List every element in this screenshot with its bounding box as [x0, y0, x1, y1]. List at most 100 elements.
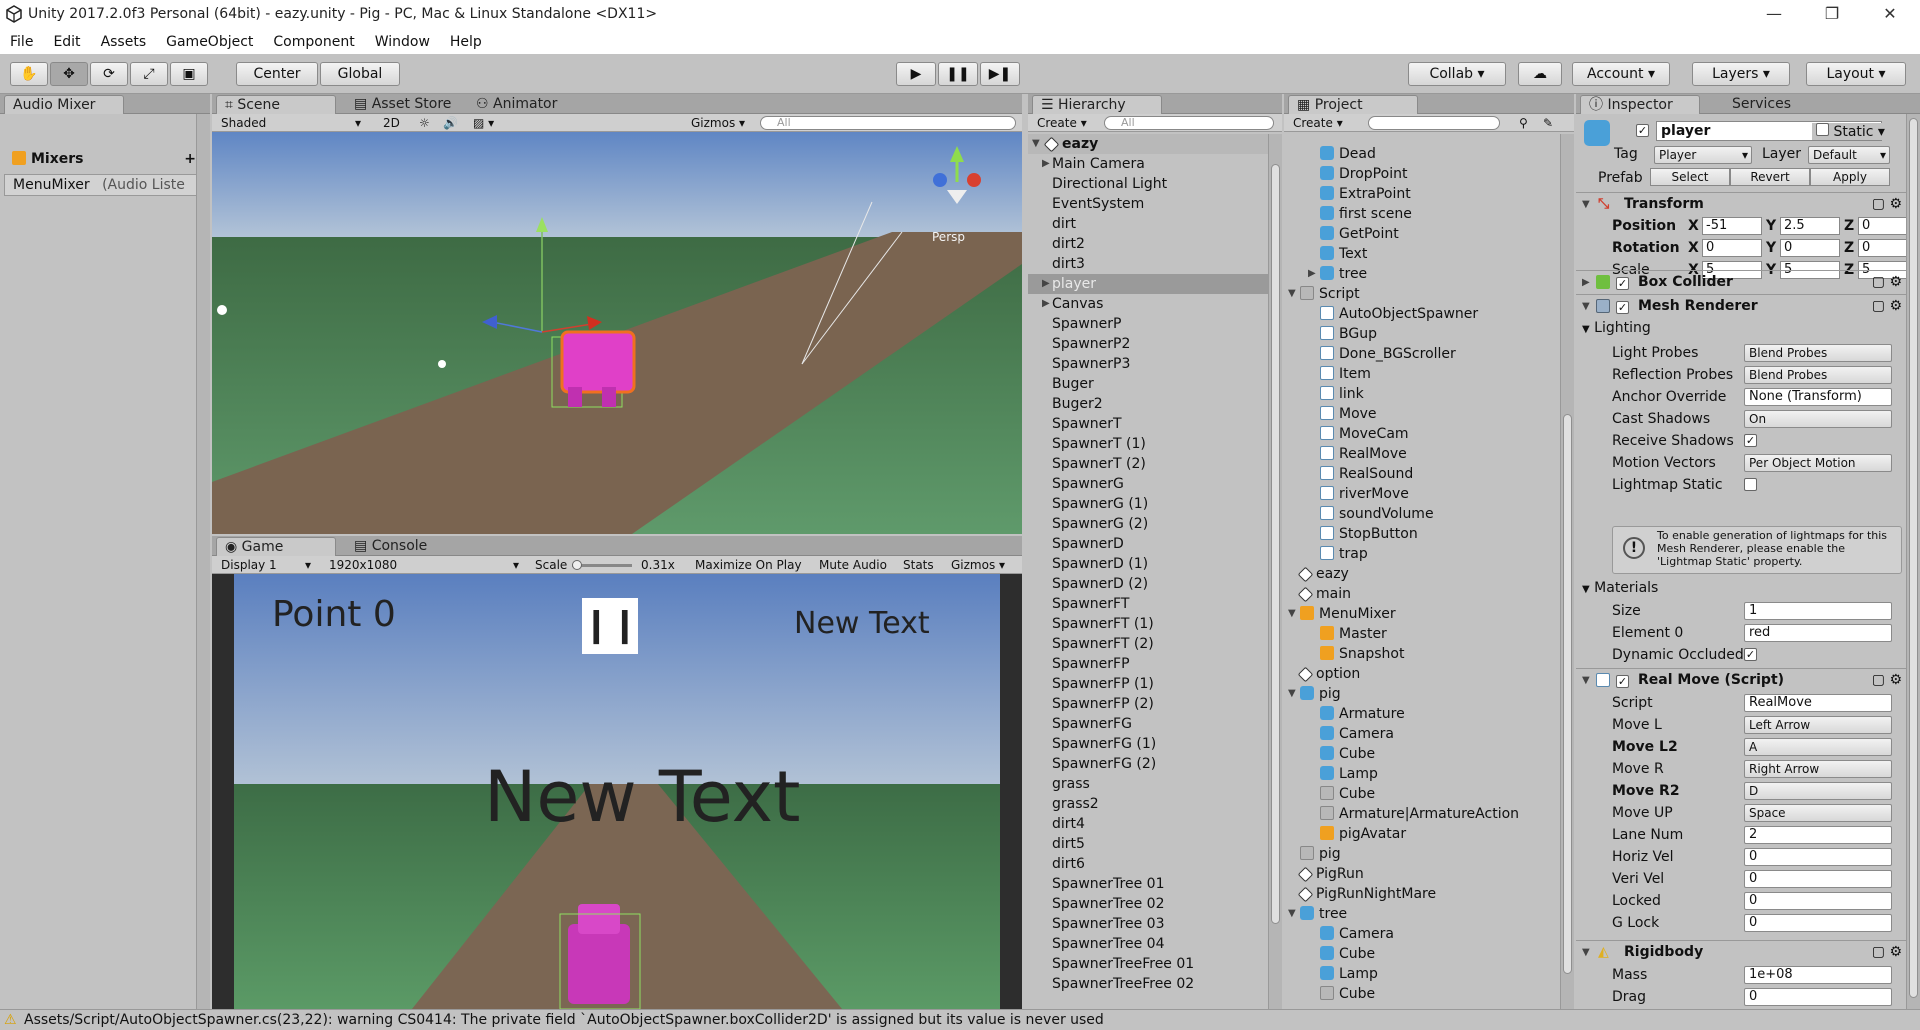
expand-arrow-icon[interactable]: ▶ — [1042, 274, 1050, 294]
expand-arrow-icon[interactable]: ▼ — [1288, 684, 1296, 704]
project-search-input[interactable] — [1368, 116, 1500, 130]
scene-root-arrow[interactable]: ▼ — [1032, 134, 1040, 154]
hierarchy-item[interactable]: SpawnerD (2) — [1028, 574, 1268, 594]
hierarchy-item[interactable]: SpawnerTree 01 — [1028, 874, 1268, 894]
materials-foldout[interactable]: ▼ Materials — [1582, 580, 1658, 596]
expand-arrow-icon[interactable]: ▶ — [1042, 294, 1050, 314]
mute-audio-toggle[interactable]: Mute Audio — [814, 557, 892, 573]
hierarchy-item[interactable]: dirt6 — [1028, 854, 1268, 874]
project-item[interactable]: pigAvatar — [1284, 824, 1560, 844]
hierarchy-item[interactable]: SpawnerP2 — [1028, 334, 1268, 354]
transform-rotation-x-field[interactable]: 0 — [1702, 239, 1762, 257]
rigidbody-foldout-arrow[interactable]: ▼ — [1582, 947, 1590, 958]
active-checkbox[interactable]: ✓ — [1636, 123, 1649, 138]
scene-effects-icon[interactable]: ▨ ▾ — [468, 115, 499, 131]
hierarchy-item[interactable]: dirt — [1028, 214, 1268, 234]
hierarchy-item[interactable]: EventSystem — [1028, 194, 1268, 214]
real-move-foldout-arrow[interactable]: ▼ — [1582, 675, 1590, 686]
project-item[interactable]: soundVolume — [1284, 504, 1560, 524]
transform-foldout-arrow[interactable]: ▼ — [1582, 199, 1590, 210]
prefab-revert-button[interactable]: Revert — [1730, 168, 1810, 186]
hierarchy-item[interactable]: SpawnerTree 03 — [1028, 914, 1268, 934]
hierarchy-item[interactable]: grass2 — [1028, 794, 1268, 814]
rigidbody-field[interactable]: 1e+08 — [1744, 966, 1892, 984]
project-item[interactable]: trap — [1284, 544, 1560, 564]
real-move-field[interactable]: RealMove — [1744, 694, 1892, 712]
hierarchy-item[interactable]: Directional Light — [1028, 174, 1268, 194]
scale-tool-icon[interactable]: ⤢ — [130, 62, 168, 86]
rigidbody-settings-icon[interactable]: ▢ ⚙ — [1872, 944, 1902, 960]
hierarchy-item[interactable]: SpawnerFP (1) — [1028, 674, 1268, 694]
project-item[interactable]: PigRunNightMare — [1284, 884, 1560, 904]
hierarchy-item[interactable]: SpawnerTree 02 — [1028, 894, 1268, 914]
mesh-renderer-field[interactable]: Blend Probes — [1744, 344, 1892, 362]
transform-rotation-y-field[interactable]: 0 — [1780, 239, 1840, 257]
filter-label-icon[interactable]: ✎ — [1538, 115, 1558, 131]
hierarchy-item[interactable]: dirt5 — [1028, 834, 1268, 854]
project-item[interactable]: Cube — [1284, 944, 1560, 964]
project-item[interactable]: ▼ tree — [1284, 904, 1560, 924]
pause-button[interactable]: ❚❚ — [938, 62, 978, 86]
scene-root-row[interactable]: ▼ eazy — [1028, 134, 1268, 154]
project-item[interactable]: Snapshot — [1284, 644, 1560, 664]
project-item[interactable]: Armature|ArmatureAction — [1284, 804, 1560, 824]
hierarchy-item[interactable]: SpawnerTreeFree 01 — [1028, 954, 1268, 974]
project-item[interactable]: first scene — [1284, 204, 1560, 224]
mixer-list-item[interactable]: MenuMixer (Audio Liste — [4, 174, 200, 196]
mesh-renderer-checkbox[interactable]: ✓ — [1616, 299, 1629, 315]
project-item[interactable]: Cube — [1284, 744, 1560, 764]
layout-button[interactable]: Layout ▾ — [1806, 62, 1906, 86]
step-button[interactable]: ▶❚ — [980, 62, 1020, 86]
real-move-header[interactable]: ▼ ✓ Real Move (Script) ▢ ⚙ — [1576, 668, 1906, 692]
hierarchy-item[interactable]: SpawnerFP — [1028, 654, 1268, 674]
project-item[interactable]: RealSound — [1284, 464, 1560, 484]
project-item[interactable]: MoveCam — [1284, 424, 1560, 444]
hierarchy-item[interactable]: SpawnerFT (1) — [1028, 614, 1268, 634]
transform-settings-icon[interactable]: ▢ ⚙ — [1872, 196, 1902, 212]
project-item[interactable]: Lamp — [1284, 964, 1560, 984]
expand-arrow-icon[interactable]: ▶ — [1042, 154, 1050, 174]
menu-window[interactable]: Window — [365, 30, 440, 54]
shading-mode-dropdown[interactable]: Shaded ▾ — [216, 115, 366, 131]
mesh-renderer-field[interactable]: On — [1744, 410, 1892, 428]
project-item[interactable]: ▼ Script — [1284, 284, 1560, 304]
display-dropdown[interactable]: Display 1 ▾ — [216, 557, 316, 573]
real-move-field[interactable]: D — [1744, 782, 1892, 800]
project-item[interactable]: ExtraPoint — [1284, 184, 1560, 204]
project-item[interactable]: StopButton — [1284, 524, 1560, 544]
layer-dropdown[interactable]: Default ▾ — [1808, 146, 1890, 164]
hierarchy-item[interactable]: Buger — [1028, 374, 1268, 394]
hierarchy-item[interactable]: SpawnerG — [1028, 474, 1268, 494]
project-item[interactable]: Dead — [1284, 144, 1560, 164]
scale-slider[interactable] — [572, 560, 632, 570]
hierarchy-item[interactable]: SpawnerT (1) — [1028, 434, 1268, 454]
project-item[interactable]: BGup — [1284, 324, 1560, 344]
material-field[interactable]: 1 — [1744, 602, 1892, 620]
lighting-foldout[interactable]: ▼ Lighting — [1582, 320, 1651, 336]
real-move-field[interactable]: Right Arrow — [1744, 760, 1892, 778]
tab-services[interactable]: Services — [1724, 95, 1799, 114]
scale-slider-handle[interactable] — [572, 560, 582, 570]
hierarchy-item[interactable]: SpawnerG (2) — [1028, 514, 1268, 534]
inspector-scroll-thumb[interactable] — [1909, 118, 1918, 998]
hierarchy-scrollbar[interactable] — [1268, 134, 1282, 1009]
hierarchy-item[interactable]: SpawnerP3 — [1028, 354, 1268, 374]
real-move-field[interactable]: 0 — [1744, 892, 1892, 910]
rect-tool-icon[interactable]: ▣ — [170, 62, 208, 86]
menu-component[interactable]: Component — [263, 30, 364, 54]
menu-assets[interactable]: Assets — [91, 30, 157, 54]
real-move-field[interactable]: 0 — [1744, 848, 1892, 866]
tab-scene[interactable]: ⌗ Scene — [216, 95, 336, 114]
project-item[interactable]: Done_BGScroller — [1284, 344, 1560, 364]
hierarchy-item[interactable]: ▶ Canvas — [1028, 294, 1268, 314]
project-item[interactable]: pig — [1284, 844, 1560, 864]
account-button[interactable]: Account ▾ — [1572, 62, 1670, 86]
audio-mixer-scrollbar[interactable] — [196, 114, 210, 1009]
project-item[interactable]: Armature — [1284, 704, 1560, 724]
project-item[interactable]: Move — [1284, 404, 1560, 424]
play-button[interactable]: ▶ — [896, 62, 936, 86]
project-item[interactable]: ▼ pig — [1284, 684, 1560, 704]
mode-2d-button[interactable]: 2D — [378, 115, 405, 131]
prefab-apply-button[interactable]: Apply — [1810, 168, 1890, 186]
real-move-field[interactable]: Left Arrow — [1744, 716, 1892, 734]
